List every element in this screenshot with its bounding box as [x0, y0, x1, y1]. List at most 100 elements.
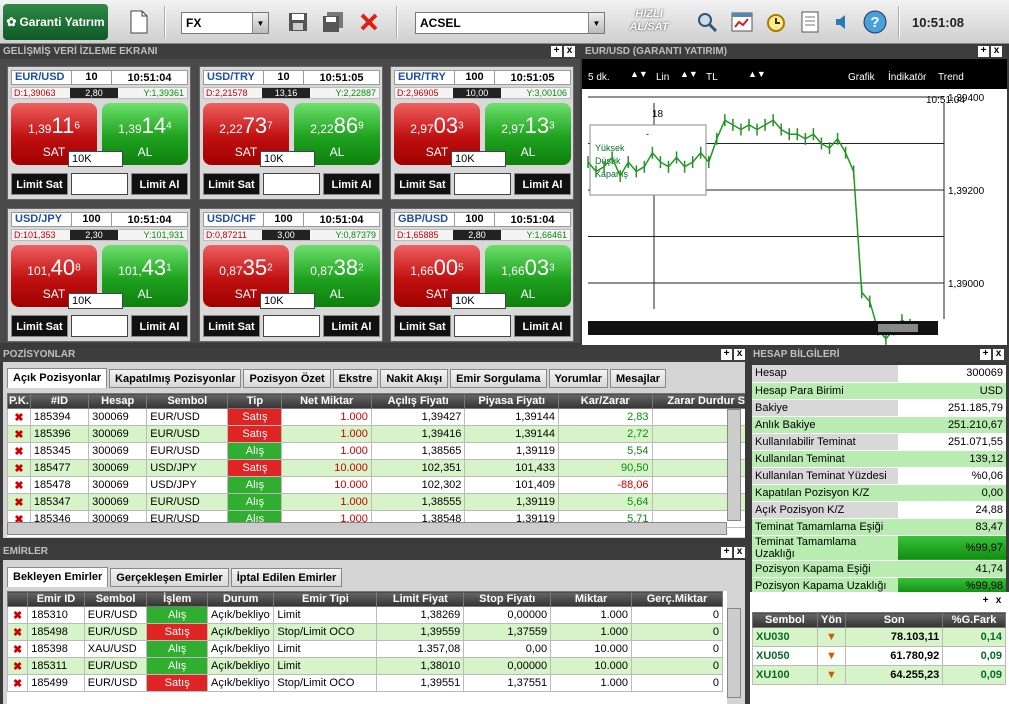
table-row[interactable]: ✖ 185499 EUR/USD Satış Açık/bekliyo Stop/Limi…: [7, 674, 724, 692]
quantity-input[interactable]: 10K: [68, 293, 123, 309]
limit-price-input[interactable]: [263, 173, 320, 195]
limit-buy-button[interactable]: Limit Al: [131, 315, 188, 337]
period-select[interactable]: 5 dk.: [588, 72, 610, 83]
chart-scroll-thumb[interactable]: [878, 324, 918, 332]
quantity-input[interactable]: 10K: [451, 151, 506, 167]
menu-grafik[interactable]: Grafik: [848, 72, 875, 83]
table-row[interactable]: ✖ 185498 EUR/USD Satış Açık/bekliyo Stop/Limi…: [7, 623, 724, 641]
column-header[interactable]: [7, 591, 29, 607]
quick-trade-button[interactable]: HIZLI AL/SAT: [614, 8, 684, 38]
close-position-icon[interactable]: ✖: [7, 476, 31, 494]
column-header[interactable]: Son: [845, 612, 944, 628]
pair-label[interactable]: GBP/USD: [395, 213, 455, 226]
table-row[interactable]: XU030 ▼ 78.103,11 0,14: [752, 627, 1006, 647]
column-header[interactable]: Gerç.Miktar: [630, 591, 724, 607]
pair-label[interactable]: EUR/TRY: [395, 71, 455, 84]
limit-price-input[interactable]: [71, 315, 128, 337]
quantity-input[interactable]: 10K: [451, 293, 506, 309]
limit-buy-button[interactable]: Limit Al: [514, 173, 571, 195]
add-icon[interactable]: +: [721, 349, 732, 360]
table-row[interactable]: ✖ 185345 300069 EUR/USD Alış 1.000 1,38565 1,39…: [7, 442, 745, 460]
tab-2[interactable]: Pozisyon Özet: [243, 369, 331, 388]
stepper-icon[interactable]: ▲▼: [630, 69, 648, 79]
cancel-order-icon[interactable]: ✖: [7, 640, 29, 658]
symbol-select[interactable]: ACSEL ▼: [415, 12, 605, 34]
add-icon[interactable]: +: [980, 349, 991, 360]
table-row[interactable]: ✖ 185311 EUR/USD Alış Açık/bekliyo Limit 1,380…: [7, 657, 724, 675]
close-icon[interactable]: x: [993, 596, 1004, 607]
menu-indicator[interactable]: İndikatör: [888, 72, 926, 83]
cancel-order-icon[interactable]: ✖: [7, 674, 29, 692]
close-icon[interactable]: x: [564, 46, 575, 57]
pair-label[interactable]: USD/JPY: [12, 213, 72, 226]
menu-trend[interactable]: Trend: [938, 72, 964, 83]
limit-buy-button[interactable]: Limit Al: [131, 173, 188, 195]
limit-buy-button[interactable]: Limit Al: [514, 315, 571, 337]
sound-icon[interactable]: [830, 9, 856, 35]
cancel-order-icon[interactable]: ✖: [7, 657, 29, 675]
column-header[interactable]: Hesap: [88, 393, 148, 409]
price-chart[interactable]: 10:51:041,394001,392001,39000180-YüksekD…: [582, 89, 1007, 345]
tab-5[interactable]: Emir Sorgulama: [450, 369, 547, 388]
tab-1[interactable]: Kapatılmış Pozisyonlar: [109, 369, 242, 388]
column-header[interactable]: Zarar Durdur Se: [651, 393, 745, 409]
column-header[interactable]: Piyasa Fiyatı: [464, 393, 559, 409]
table-row[interactable]: ✖ 185396 300069 EUR/USD Satış 1.000 1,39416 1,3…: [7, 425, 745, 443]
pair-label[interactable]: USD/TRY: [204, 71, 264, 84]
quantity-input[interactable]: 10K: [260, 151, 315, 167]
limit-sell-button[interactable]: Limit Sat: [394, 315, 451, 337]
quantity-input[interactable]: 10K: [68, 151, 123, 167]
tab-2[interactable]: İptal Edilen Emirler: [230, 568, 343, 587]
chart-window-icon[interactable]: [729, 9, 755, 35]
column-header[interactable]: Emir Tipi: [273, 591, 378, 607]
column-header[interactable]: Emir ID: [27, 591, 85, 607]
delete-icon[interactable]: [356, 9, 382, 35]
search-icon[interactable]: [694, 9, 720, 35]
limit-price-input[interactable]: [454, 173, 511, 195]
tab-4[interactable]: Nakit Akışı: [380, 369, 449, 388]
column-header[interactable]: Miktar: [550, 591, 632, 607]
quantity-input[interactable]: 10K: [260, 293, 315, 309]
column-header[interactable]: Limit Fiyat: [376, 591, 465, 607]
orders-vscroll[interactable]: [727, 608, 741, 698]
positions-hscroll[interactable]: [7, 522, 727, 535]
close-icon[interactable]: x: [734, 547, 745, 558]
limit-sell-button[interactable]: Limit Sat: [203, 315, 260, 337]
column-header[interactable]: P.K.: [7, 393, 31, 409]
alarm-clock-icon[interactable]: [763, 9, 789, 35]
limit-price-input[interactable]: [263, 315, 320, 337]
scale-select[interactable]: Lin: [656, 72, 669, 83]
add-icon[interactable]: +: [980, 596, 991, 607]
tab-6[interactable]: Yorumlar: [548, 369, 608, 388]
tab-3[interactable]: Ekstre: [332, 369, 379, 388]
limit-sell-button[interactable]: Limit Sat: [11, 315, 68, 337]
table-row[interactable]: ✖ 185398 XAU/USD Alış Açık/bekliyo Limit 1.357…: [7, 640, 724, 658]
column-header[interactable]: Sembol: [752, 612, 818, 628]
close-icon[interactable]: x: [734, 349, 745, 360]
save-all-icon[interactable]: [320, 9, 346, 35]
close-icon[interactable]: x: [991, 46, 1002, 57]
market-select[interactable]: FX ▼: [181, 12, 269, 34]
table-row[interactable]: ✖ 185478 300069 USD/JPY Alış 10.000 102,302 101…: [7, 476, 745, 494]
close-position-icon[interactable]: ✖: [7, 493, 31, 511]
report-icon[interactable]: [797, 9, 823, 35]
column-header[interactable]: %G.Fark: [942, 612, 1006, 628]
column-header[interactable]: Net Miktar: [281, 393, 372, 409]
tab-1[interactable]: Gerçekleşen Emirler: [110, 568, 229, 587]
table-row[interactable]: XU050 ▼ 61.780,92 0,09: [752, 646, 1006, 666]
positions-vscroll[interactable]: [727, 409, 741, 521]
stepper-icon[interactable]: ▲▼: [748, 69, 766, 79]
column-header[interactable]: Açılış Fiyatı: [370, 393, 466, 409]
column-header[interactable]: #ID: [29, 393, 90, 409]
pair-label[interactable]: USD/CHF: [204, 213, 264, 226]
close-position-icon[interactable]: ✖: [7, 442, 31, 460]
table-row[interactable]: ✖ 185310 EUR/USD Alış Açık/bekliyo Limit 1,382…: [7, 606, 724, 624]
close-position-icon[interactable]: ✖: [7, 425, 31, 443]
add-icon[interactable]: +: [721, 547, 732, 558]
close-icon[interactable]: x: [993, 349, 1004, 360]
tab-0[interactable]: Açık Pozisyonlar: [7, 368, 108, 388]
add-icon[interactable]: +: [978, 46, 989, 57]
cancel-order-icon[interactable]: ✖: [7, 606, 29, 624]
column-header[interactable]: Stop Fiyatı: [463, 591, 552, 607]
limit-buy-button[interactable]: Limit Al: [323, 315, 380, 337]
